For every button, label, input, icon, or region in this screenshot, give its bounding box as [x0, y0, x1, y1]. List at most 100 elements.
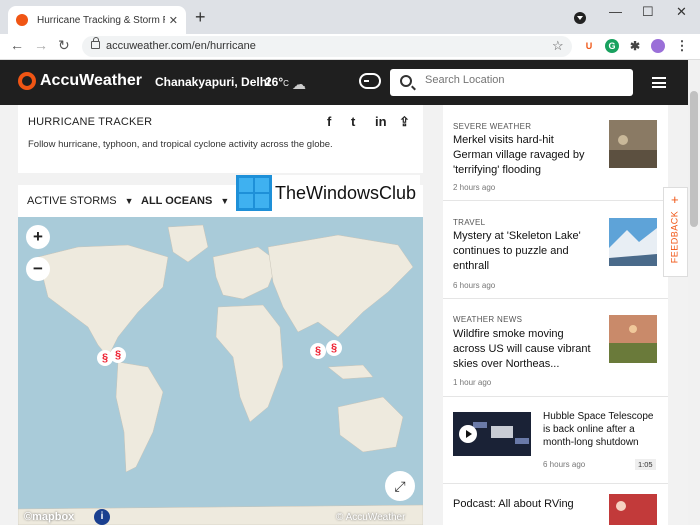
fullscreen-button[interactable]: ⤢: [385, 471, 415, 501]
sun-logo-icon: [18, 72, 36, 90]
linkedin-icon[interactable]: in: [375, 114, 387, 129]
asia: [267, 234, 414, 338]
location-search: [390, 69, 633, 96]
story-age: 1 hour ago: [453, 378, 492, 387]
share-icon[interactable]: ⇪: [399, 114, 410, 130]
video-duration: 1:05: [635, 459, 656, 470]
scrollbar-thumb[interactable]: [690, 91, 698, 227]
story-thumbnail[interactable]: [609, 315, 657, 363]
video-headline[interactable]: Hubble Space Telescope is back online af…: [543, 410, 658, 449]
mapbox-attribution[interactable]: ©mapbox: [24, 511, 74, 523]
plus-icon: +: [671, 192, 679, 207]
story-headline[interactable]: Podcast: All about RVing: [453, 497, 593, 512]
world-map-land: [18, 224, 423, 525]
url-text[interactable]: accuweather.com/en/hurricane: [106, 40, 256, 52]
grammarly-extension-icon[interactable]: G: [605, 39, 619, 53]
storm-marker-icon[interactable]: §: [326, 340, 342, 356]
back-button[interactable]: ←: [10, 37, 24, 53]
greenland: [167, 224, 209, 263]
story-category: TRAVEL: [453, 218, 486, 227]
extension-u-icon[interactable]: U: [582, 39, 596, 53]
story-headline[interactable]: Wildfire smoke moving across US will cau…: [453, 327, 593, 372]
forward-button[interactable]: →: [34, 37, 48, 53]
maximize-button[interactable]: ☐: [642, 4, 654, 20]
list-item[interactable]: Podcast: All about RVing: [443, 485, 668, 525]
zoom-in-button[interactable]: +: [26, 225, 50, 249]
extensions-puzzle-icon[interactable]: ✱: [628, 39, 642, 53]
story-category: WEATHER NEWS: [453, 315, 523, 324]
story-headline[interactable]: Mystery at 'Skeleton Lake' continues to …: [453, 229, 593, 274]
close-window-button[interactable]: ✕: [676, 4, 687, 20]
video-age: 6 hours ago: [543, 460, 586, 469]
feedback-label: FEEDBACK: [669, 210, 680, 264]
browser-tab-strip: Hurricane Tracking & Storm Rada ✕ + — ☐ …: [0, 0, 700, 34]
story-age: 6 hours ago: [453, 281, 496, 290]
windows-logo-icon: [236, 175, 272, 211]
address-bar[interactable]: accuweather.com/en/hurricane ☆: [82, 36, 572, 57]
facebook-icon[interactable]: f: [327, 114, 331, 129]
australia: [337, 396, 404, 453]
profile-avatar[interactable]: [651, 39, 665, 53]
feedback-tab[interactable]: + FEEDBACK: [663, 187, 688, 277]
gamepad-icon[interactable]: [359, 73, 381, 89]
info-icon[interactable]: i: [94, 509, 110, 525]
minimize-button[interactable]: —: [609, 4, 622, 19]
zoom-out-button[interactable]: −: [26, 257, 50, 281]
play-icon[interactable]: [459, 425, 477, 443]
accuweather-favicon-icon: [16, 14, 28, 26]
world-map[interactable]: + − § § § § ⤢ ©mapbox i © AccuWeather: [18, 217, 423, 525]
indonesia: [327, 364, 374, 380]
browser-tab[interactable]: Hurricane Tracking & Storm Rada ✕: [8, 6, 186, 34]
active-storms-label: ACTIVE STORMS: [27, 195, 117, 207]
tab-search-dropdown-icon[interactable]: [574, 12, 586, 24]
brand-name: AccuWeather: [40, 72, 142, 89]
accuweather-logo[interactable]: AccuWeather: [18, 72, 142, 90]
cloud-weather-icon: ☁: [292, 76, 306, 92]
hurricane-tracker-card: HURRICANE TRACKER Follow hurricane, typh…: [18, 105, 423, 173]
watermark-text: TheWindowsClub: [275, 182, 417, 203]
africa: [215, 304, 284, 423]
active-storms-dropdown[interactable]: ACTIVE STORMS ▼: [27, 195, 134, 207]
search-icon: [400, 75, 412, 87]
reload-button[interactable]: ↻: [58, 37, 70, 54]
new-tab-button[interactable]: +: [195, 6, 206, 28]
lock-icon: [91, 37, 100, 49]
all-oceans-dropdown[interactable]: ALL OCEANS ▼: [141, 195, 229, 207]
list-item[interactable]: SEVERE WEATHER Merkel visits hard-hit Ge…: [443, 105, 668, 201]
bookmark-star-icon[interactable]: ☆: [552, 38, 564, 54]
thewindowsclub-watermark: TheWindowsClub: [236, 175, 421, 211]
twitter-icon[interactable]: t: [351, 114, 355, 129]
browser-menu-icon[interactable]: ⋮: [675, 39, 689, 53]
page-title: HURRICANE TRACKER: [28, 116, 153, 128]
temperature-value: 26°: [265, 75, 284, 89]
list-item[interactable]: WEATHER NEWS Wildfire smoke moving acros…: [443, 300, 668, 397]
all-oceans-label: ALL OCEANS: [141, 195, 213, 207]
browser-toolbar: ← → ↻ accuweather.com/en/hurricane ☆ U G…: [0, 34, 700, 60]
search-location-input[interactable]: [425, 74, 625, 86]
news-sidebar: SEVERE WEATHER Merkel visits hard-hit Ge…: [443, 105, 668, 525]
storm-marker-icon[interactable]: §: [310, 343, 326, 359]
story-category: SEVERE WEATHER: [453, 122, 532, 131]
chevron-down-icon: ▼: [220, 196, 230, 206]
tab-title: Hurricane Tracking & Storm Rada: [37, 14, 165, 26]
accuweather-attribution: © AccuWeather: [336, 512, 406, 523]
site-header: AccuWeather Chanakyapuri, Delhi 26°C ☁: [0, 60, 688, 105]
list-item[interactable]: Hubble Space Telescope is back online af…: [443, 398, 668, 484]
video-thumbnail[interactable]: [453, 412, 531, 456]
tracker-description: Follow hurricane, typhoon, and tropical …: [28, 139, 333, 150]
current-temperature[interactable]: 26°C: [265, 75, 289, 89]
south-america: [115, 361, 164, 473]
tab-close-icon[interactable]: ✕: [169, 14, 178, 27]
list-item[interactable]: TRAVEL Mystery at 'Skeleton Lake' contin…: [443, 202, 668, 299]
hamburger-menu-icon[interactable]: [652, 77, 666, 88]
current-location[interactable]: Chanakyapuri, Delhi: [155, 75, 270, 89]
europe: [212, 246, 279, 300]
north-america: [37, 244, 169, 358]
story-headline[interactable]: Merkel visits hard-hit German village ra…: [453, 133, 593, 178]
storm-marker-icon[interactable]: §: [110, 347, 126, 363]
story-thumbnail[interactable]: [609, 218, 657, 266]
chevron-down-icon: ▼: [124, 196, 134, 206]
story-thumbnail[interactable]: [609, 120, 657, 168]
page-scrollbar[interactable]: [688, 60, 700, 525]
story-thumbnail[interactable]: [609, 494, 657, 525]
